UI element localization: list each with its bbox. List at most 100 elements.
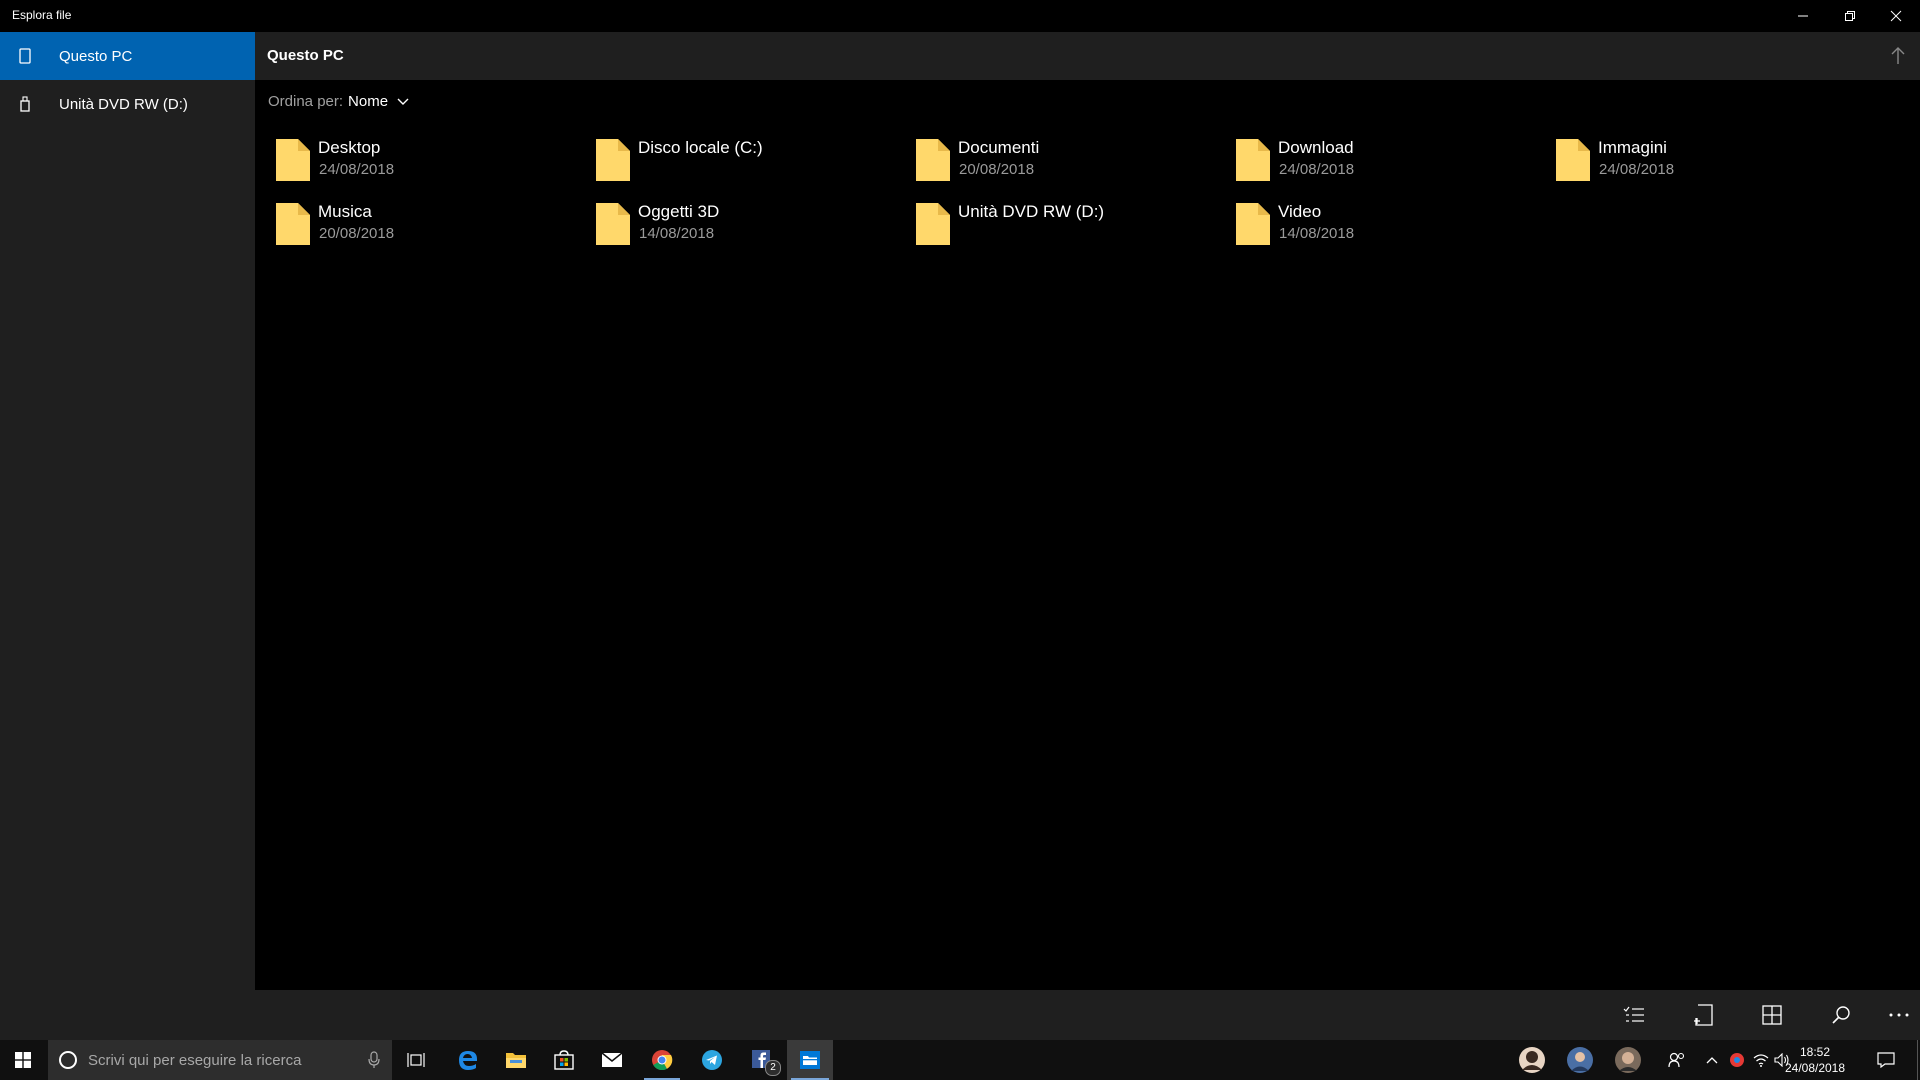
folder-item-download[interactable]: Download 24/08/2018 [1228, 133, 1528, 191]
select-button[interactable] [1621, 1002, 1647, 1028]
window-title: Esplora file [12, 8, 72, 22]
item-date: 14/08/2018 [1279, 225, 1355, 242]
more-options-button[interactable] [1886, 1002, 1912, 1028]
show-desktop-divider [1916, 1040, 1918, 1080]
title-bar: Esplora file [0, 0, 1920, 32]
folder-icon [1236, 139, 1270, 181]
folder-item-video[interactable]: Video 14/08/2018 [1228, 197, 1528, 255]
minimize-button[interactable] [1780, 0, 1826, 32]
restore-button[interactable] [1827, 0, 1873, 32]
file-explorer-taskbar-button[interactable] [494, 1040, 538, 1080]
people-contact-3[interactable] [1610, 1040, 1646, 1080]
windows-logo-icon [15, 1052, 31, 1068]
close-icon [1890, 10, 1902, 22]
sidebar-item-label: Unità DVD RW (D:) [59, 95, 188, 113]
item-name: Musica [318, 202, 372, 221]
search-placeholder: Scrivi qui per eseguire la ricerca [88, 1052, 302, 1069]
edge-taskbar-button[interactable] [446, 1040, 490, 1080]
network-button[interactable] [1750, 1040, 1772, 1080]
restore-icon [1845, 11, 1855, 21]
clock-date: 24/08/2018 [1784, 1061, 1846, 1075]
folder-item-disco-locale[interactable]: Disco locale (C:) [588, 133, 888, 191]
folder-icon [276, 139, 310, 181]
mail-taskbar-button[interactable] [590, 1040, 634, 1080]
sidebar-item-dvd-drive[interactable]: Unità DVD RW (D:) [0, 80, 255, 128]
people-icon [1668, 1052, 1685, 1068]
folder-icon [276, 203, 310, 245]
sidebar: Questo PC Unità DVD RW (D:) [0, 32, 255, 1040]
folder-item-musica[interactable]: Musica 20/08/2018 [268, 197, 568, 255]
show-desktop-button[interactable] [1914, 1040, 1920, 1080]
people-contact-1[interactable] [1514, 1040, 1550, 1080]
people-contact-2[interactable] [1562, 1040, 1598, 1080]
sort-label: Ordina per: [268, 93, 344, 110]
new-item-button[interactable] [1690, 1002, 1716, 1028]
usb-drive-icon [20, 96, 30, 112]
phone-device-icon [19, 48, 31, 64]
new-file-icon [1694, 1004, 1713, 1026]
item-date: 24/08/2018 [1279, 161, 1355, 178]
start-button[interactable] [0, 1040, 46, 1080]
close-button[interactable] [1873, 0, 1919, 32]
avatar-icon [1615, 1047, 1641, 1073]
view-button[interactable] [1759, 1002, 1785, 1028]
wifi-icon [1753, 1054, 1769, 1067]
folder-item-dvd-drive[interactable]: Unità DVD RW (D:) [908, 197, 1208, 255]
task-view-button[interactable] [396, 1040, 436, 1080]
chrome-taskbar-button[interactable] [640, 1040, 684, 1080]
file-explorer-app-icon [800, 1051, 820, 1069]
item-date: 14/08/2018 [639, 225, 715, 242]
search-button[interactable] [1828, 1002, 1854, 1028]
item-date: 24/08/2018 [1599, 161, 1675, 178]
folder-icon [596, 203, 630, 245]
avatar-icon [1519, 1047, 1545, 1073]
file-explorer-icon [506, 1053, 526, 1068]
folder-icon [1556, 139, 1590, 181]
grid-icon [1762, 1005, 1782, 1025]
item-name: Download [1278, 138, 1354, 157]
folder-item-immagini[interactable]: Immagini 24/08/2018 [1548, 133, 1848, 191]
taskbar: Scrivi qui per eseguire la ricerca 2 18:… [0, 1040, 1920, 1080]
item-name: Disco locale (C:) [638, 138, 763, 157]
item-date: 24/08/2018 [319, 161, 395, 178]
avatar-icon [1567, 1047, 1593, 1073]
file-explorer-app-taskbar-button[interactable] [787, 1040, 833, 1080]
tray-app-icon [1730, 1053, 1744, 1067]
edge-browser-icon [459, 1051, 477, 1070]
chevron-up-icon [1706, 1057, 1718, 1064]
search-icon [1832, 1006, 1850, 1024]
store-taskbar-button[interactable] [542, 1040, 586, 1080]
people-button[interactable] [1660, 1040, 1694, 1080]
show-hidden-icons-button[interactable] [1702, 1040, 1722, 1080]
tray-app-icon[interactable] [1726, 1040, 1748, 1080]
more-icon [1889, 1013, 1909, 1017]
clock-time: 18:52 [1799, 1045, 1831, 1059]
sidebar-item-label: Questo PC [59, 47, 133, 65]
microphone-icon[interactable] [368, 1051, 380, 1069]
command-bar [255, 990, 1920, 1040]
folder-item-oggetti-3d[interactable]: Oggetti 3D 14/08/2018 [588, 197, 888, 255]
up-arrow-icon[interactable] [1890, 46, 1906, 66]
mail-icon [601, 1052, 623, 1067]
item-name: Video [1278, 202, 1322, 221]
taskbar-search-box[interactable]: Scrivi qui per eseguire la ricerca [48, 1040, 392, 1080]
item-name: Desktop [318, 138, 381, 157]
location-header: Questo PC [255, 32, 1920, 80]
folder-item-desktop[interactable]: Desktop 24/08/2018 [268, 133, 568, 191]
item-name: Unità DVD RW (D:) [958, 202, 1105, 221]
page-title: Questo PC [267, 47, 344, 64]
facebook-taskbar-button[interactable]: 2 [740, 1040, 784, 1080]
folder-item-documenti[interactable]: Documenti 20/08/2018 [908, 133, 1208, 191]
checklist-icon [1623, 1006, 1644, 1022]
clock[interactable]: 18:52 24/08/2018 [1782, 1044, 1848, 1076]
sidebar-item-questo-pc[interactable]: Questo PC [0, 32, 255, 80]
item-name: Immagini [1598, 138, 1667, 157]
chevron-down-icon [397, 98, 409, 105]
item-name: Oggetti 3D [638, 202, 720, 221]
telegram-icon [702, 1050, 722, 1070]
telegram-taskbar-button[interactable] [690, 1040, 734, 1080]
chrome-icon [652, 1050, 673, 1071]
action-center-button[interactable] [1866, 1040, 1906, 1080]
sort-dropdown[interactable]: Ordina per: Nome [268, 93, 409, 110]
folder-icon [1236, 203, 1270, 245]
